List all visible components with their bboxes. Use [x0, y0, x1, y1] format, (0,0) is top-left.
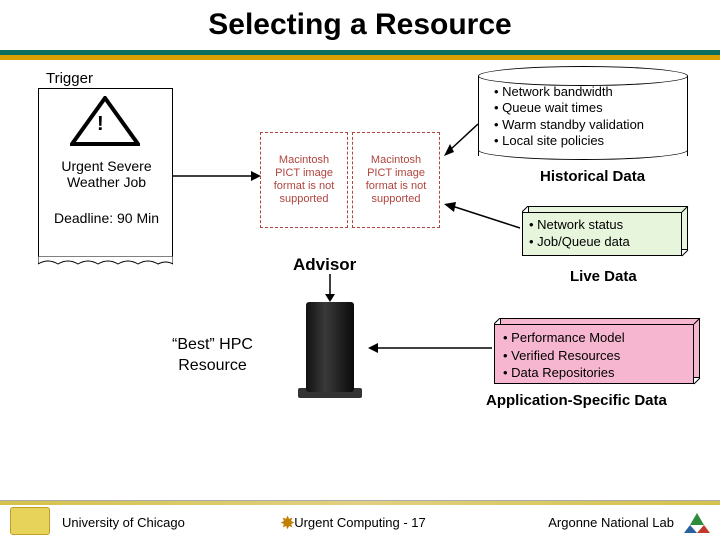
footer: University of Chicago ✸ Urgent Computing… [0, 500, 720, 540]
best-resource-label: “Best” HPC Resource [150, 335, 275, 377]
trigger-deadline-text: Deadline: 90 Min [44, 210, 169, 226]
warning-exclaim: ! [97, 113, 104, 136]
footer-page-number: 17 [411, 515, 425, 530]
live-label: Live Data [570, 268, 637, 285]
appspec-item: Data Repositories [503, 364, 685, 382]
footer-bar [0, 501, 720, 505]
appspec-label: Application-Specific Data [486, 392, 667, 409]
pict-placeholder: Macintosh PICT image format is not suppo… [352, 132, 440, 228]
arrow-live-to-advisor [440, 200, 526, 236]
live-item: Job/Queue data [529, 234, 675, 251]
arrow-historical-to-advisor [440, 120, 484, 160]
hist-item: Warm standby validation [494, 117, 689, 133]
page-title: Selecting a Resource [0, 0, 720, 46]
advisor-label: Advisor [293, 255, 356, 275]
historical-label: Historical Data [540, 168, 645, 185]
appspec-item: Performance Model [503, 329, 685, 347]
arrow-appspec-to-server [364, 338, 496, 358]
trigger-torn-edge [38, 256, 173, 266]
warning-icon [70, 96, 140, 146]
footer-lab: Argonne National Lab [548, 515, 674, 530]
appspec-item: Verified Resources [503, 347, 685, 365]
live-box: Network status Job/Queue data [522, 212, 682, 256]
arrow-trigger-to-advisor [173, 168, 263, 184]
live-item: Network status [529, 217, 675, 234]
arrow-advisor-to-server [322, 274, 338, 304]
title-underline [0, 50, 720, 60]
trigger-job-text: Urgent Severe Weather Job [44, 158, 169, 190]
footer-center-prefix: Urgent Computing - [294, 515, 407, 530]
trigger-heading: Trigger [46, 70, 93, 87]
hist-item: Local site policies [494, 133, 689, 149]
hist-item: Network bandwidth [494, 84, 689, 100]
hist-item: Queue wait times [494, 100, 689, 116]
pict-placeholder: Macintosh PICT image format is not suppo… [260, 132, 348, 228]
server-icon [298, 302, 362, 398]
footer-right-logo [684, 511, 710, 538]
diagram-canvas: Trigger ! Urgent Severe Weather Job Dead… [0, 60, 720, 490]
historical-items: Network bandwidth Queue wait times Warm … [494, 84, 689, 149]
appspec-box: Performance Model Verified Resources Dat… [494, 324, 694, 384]
